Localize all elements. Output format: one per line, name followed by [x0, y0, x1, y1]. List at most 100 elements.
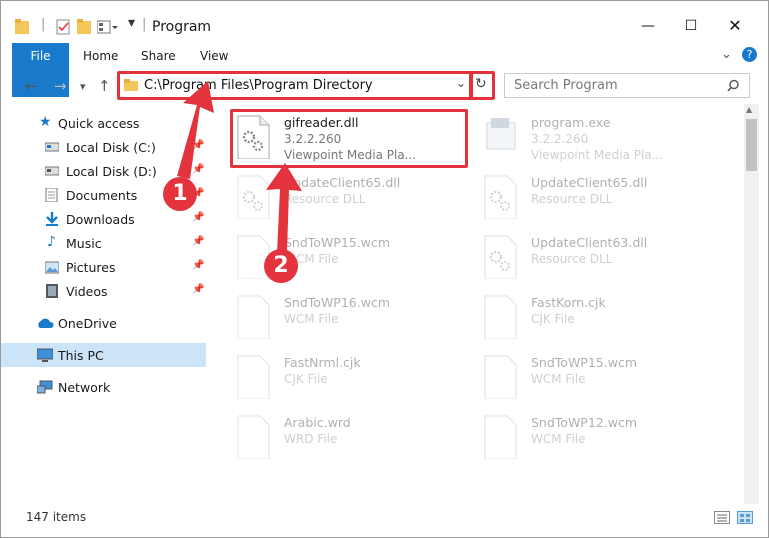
window-title: Program [152, 19, 212, 35]
forward-icon[interactable]: → [54, 77, 67, 95]
back-icon[interactable]: ← [25, 77, 38, 95]
sidebar-item-label: Downloads [66, 212, 135, 227]
qa-dropdown-icon[interactable]: ▾ [128, 15, 135, 33]
file-type: WCM File [531, 372, 586, 386]
downloads-icon [46, 212, 58, 226]
search-placeholder: Search Program [514, 78, 618, 93]
callout-badge-1: 1 [163, 177, 197, 211]
file-name: Arabic.wrd [284, 415, 351, 430]
folder-icon [15, 19, 29, 34]
file-sndtowp12-wcm[interactable]: SndToWP12.wcm WCM File [483, 413, 713, 467]
tab-share[interactable]: Share [129, 43, 188, 69]
file-name: UpdateClient65.dll [531, 175, 648, 190]
sidebar-item-label: OneDrive [58, 316, 117, 331]
sidebar-item-label: Music [66, 236, 102, 251]
file-type: WRD File [284, 432, 338, 446]
ribbon-expand-icon[interactable]: ⌄ [721, 47, 732, 62]
refresh-highlight [470, 71, 495, 100]
sidebar-item-videos[interactable]: Videos 📌 [1, 279, 206, 303]
file-name: SndToWP16.wcm [284, 295, 390, 310]
address-highlight [117, 71, 472, 100]
dll-gear-icon [484, 175, 517, 219]
sidebar-item-network[interactable]: Network [1, 375, 206, 399]
sidebar-item-pictures[interactable]: Pictures 📌 [1, 255, 206, 279]
file-name: program.exe [531, 115, 611, 130]
tab-view[interactable]: View [188, 43, 240, 69]
file-name: UpdateClient65.dll [284, 175, 401, 190]
documents-icon [45, 188, 58, 202]
help-icon[interactable]: ? [742, 47, 757, 62]
dll-gear-icon [237, 175, 270, 219]
file-icon [237, 415, 270, 459]
file-type: CJK File [531, 312, 575, 326]
customize-quick-access-icon[interactable] [97, 18, 119, 36]
file-icon [484, 415, 517, 459]
file-icon [237, 355, 270, 399]
file-fastkorn-cjk[interactable]: FastKorn.cjk CJK File [483, 293, 713, 347]
file-sndtowp16-wcm[interactable]: SndToWP16.wcm WCM File [236, 293, 466, 347]
music-icon: ♪ [47, 234, 56, 250]
sidebar-item-local-disk-c[interactable]: Local Disk (C:) 📌 [1, 135, 206, 159]
pin-icon: 📌 [192, 140, 205, 151]
file-type: WCM File [284, 312, 339, 326]
tab-home[interactable]: Home [71, 43, 130, 69]
file-updateclient65-dll[interactable]: UpdateClient65.dll Resource DLL [236, 173, 466, 227]
file-updateclient63-dll[interactable]: UpdateClient63.dll Resource DLL [483, 233, 713, 287]
file-name: SndToWP15.wcm [531, 355, 637, 370]
file-type: Resource DLL [284, 192, 366, 206]
file-name: FastNrml.cjk [284, 355, 361, 370]
computer-icon [37, 348, 53, 362]
sidebar-item-this-pc[interactable]: This PC [1, 343, 206, 367]
file-name: FastKorn.cjk [531, 295, 606, 310]
file-type: Resource DLL [531, 252, 613, 266]
sidebar-item-label: Quick access [58, 116, 140, 131]
explorer-window: | ▾ | Program — ☐ ✕ File Home Share View… [0, 0, 769, 538]
file-sndtowp15-wcm[interactable]: SndToWP15.wcm WCM File [483, 353, 713, 407]
sidebar-item-quick-access[interactable]: ★ Quick access [1, 111, 206, 135]
file-icon [484, 355, 517, 399]
file-type: WCM File [531, 432, 586, 446]
scroll-up-icon[interactable]: ▲ [746, 105, 752, 114]
recent-locations-icon[interactable]: ▾ [80, 80, 86, 93]
title-bar: | ▾ | Program — ☐ ✕ [1, 1, 768, 41]
close-button[interactable]: ✕ [724, 15, 746, 37]
pin-icon: 📌 [192, 212, 205, 223]
pin-icon: 📌 [192, 164, 205, 175]
file-arabic-wrd[interactable]: Arabic.wrd WRD File [236, 413, 466, 467]
maximize-button[interactable]: ☐ [680, 15, 702, 37]
file-version: 3.2.2.260 [531, 132, 589, 146]
file-description: Viewpoint Media Pla... [531, 148, 664, 162]
sidebar-item-label: Documents [66, 188, 138, 203]
sidebar-item-music[interactable]: ♪ Music 📌 [1, 231, 206, 255]
file-fastnrml-cjk[interactable]: FastNrml.cjk CJK File [236, 353, 466, 407]
onedrive-icon [38, 318, 54, 328]
file-type: CJK File [284, 372, 328, 386]
search-icon[interactable] [727, 79, 740, 92]
large-icons-view-icon[interactable] [737, 511, 753, 525]
sidebar-item-label: Local Disk (C:) [66, 140, 156, 155]
minimize-button[interactable]: — [637, 15, 659, 37]
file-program-exe[interactable]: program.exe 3.2.2.260 Viewpoint Media Pl… [483, 113, 713, 167]
scrollbar-thumb[interactable] [746, 119, 757, 171]
pin-icon: 📌 [192, 260, 205, 271]
file-icon [237, 295, 270, 339]
properties-icon[interactable] [56, 18, 70, 36]
sidebar-item-downloads[interactable]: Downloads 📌 [1, 207, 206, 231]
drive-icon [45, 166, 59, 176]
separator: | [142, 17, 147, 32]
exe-icon [486, 118, 516, 150]
file-name: UpdateClient63.dll [531, 235, 648, 250]
file-type: Resource DLL [531, 192, 613, 206]
pin-icon: 📌 [192, 284, 205, 295]
star-icon: ★ [39, 114, 52, 130]
sidebar-item-onedrive[interactable]: OneDrive [1, 311, 206, 335]
dll-gear-icon [484, 235, 517, 279]
sidebar-item-label: Local Disk (D:) [66, 164, 157, 179]
file-updateclient65-dll[interactable]: UpdateClient65.dll Resource DLL [483, 173, 713, 227]
up-icon[interactable]: ↑ [98, 77, 111, 95]
videos-icon [46, 284, 58, 298]
details-view-icon[interactable] [714, 511, 730, 525]
file-highlight [230, 109, 468, 168]
sidebar-item-label: Videos [66, 284, 108, 299]
new-folder-icon[interactable] [77, 18, 91, 36]
